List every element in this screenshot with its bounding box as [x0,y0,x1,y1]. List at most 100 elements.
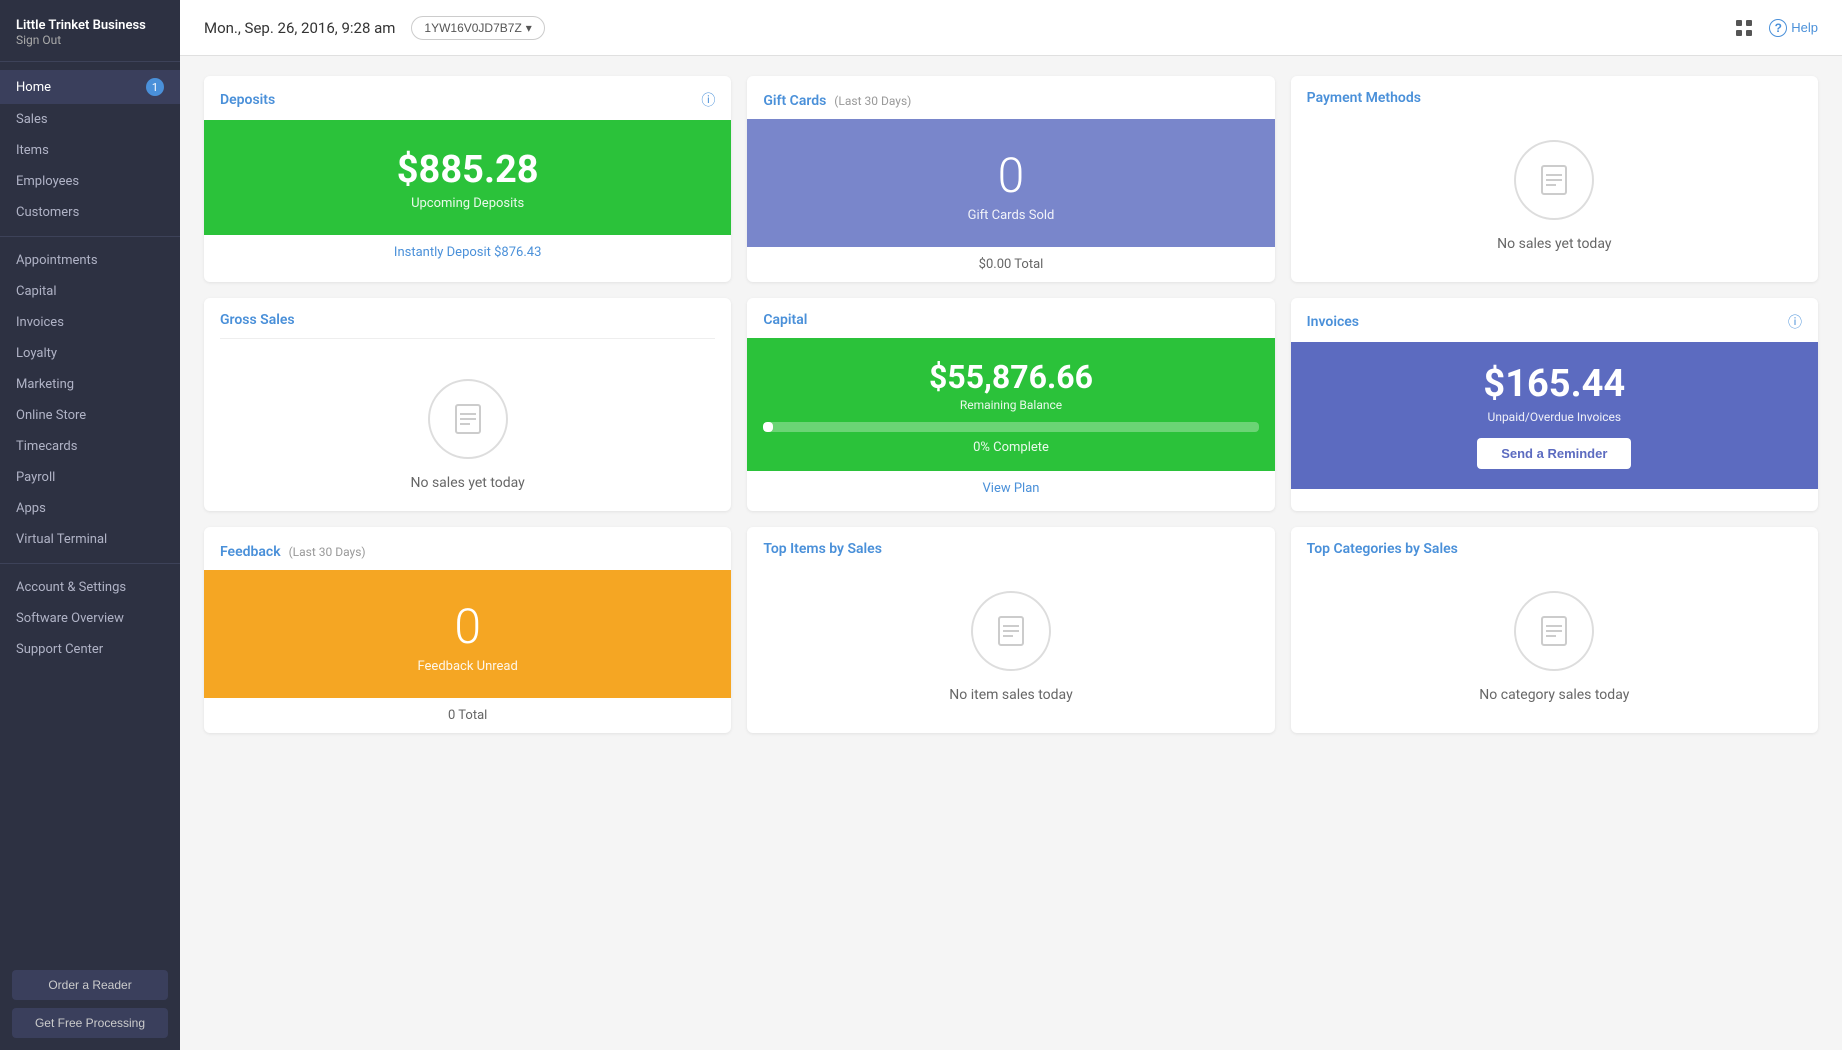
help-button[interactable]: ? Help [1769,19,1818,37]
sidebar-item-virtual-terminal[interactable]: Virtual Terminal [0,524,180,555]
sidebar-item-payroll[interactable]: Payroll [0,462,180,493]
feedback-subtitle: (Last 30 Days) [289,545,366,559]
gross-sales-card: Gross Sales No sales yet today [204,298,731,511]
top-categories-header: Top Categories by Sales [1291,527,1818,567]
chevron-down-icon: ▾ [526,21,532,35]
sign-out-link[interactable]: Sign Out [16,33,164,47]
receipt-icon-4 [1536,613,1572,649]
sidebar-item-marketing[interactable]: Marketing [0,369,180,400]
gift-cards-footer: $0.00 Total [747,247,1274,282]
invoices-label: Unpaid/Overdue Invoices [1307,410,1802,424]
capital-progress-fill [763,422,773,432]
grid-icon-button[interactable] [1735,19,1753,37]
sidebar-divider-top [0,61,180,62]
sidebar-item-online-store[interactable]: Online Store [0,400,180,431]
gift-cards-subtitle: (Last 30 Days) [834,94,911,108]
sidebar-item-software-overview[interactable]: Software Overview [0,603,180,634]
gross-sales-icon [428,379,508,459]
location-selector[interactable]: 1YW16V0JD7B7Z ▾ [411,16,544,40]
invoices-blue-box: $165.44 Unpaid/Overdue Invoices Send a R… [1291,342,1818,489]
top-items-title: Top Items by Sales [763,541,882,557]
brand-name: Little Trinket Business [16,18,164,33]
top-items-header: Top Items by Sales [747,527,1274,567]
location-id: 1YW16V0JD7B7Z [424,21,521,35]
invoices-info-icon[interactable]: ⓘ [1788,312,1802,332]
capital-progress-bar [763,422,1258,432]
feedback-label: Feedback Unread [220,659,715,674]
sidebar-item-loyalty[interactable]: Loyalty [0,338,180,369]
top-items-body: No item sales today [747,567,1274,723]
sidebar-item-support-center[interactable]: Support Center [0,634,180,665]
order-reader-button[interactable]: Order a Reader [12,970,168,1000]
deposits-green-box: $885.28 Upcoming Deposits [204,120,731,235]
deposits-label: Upcoming Deposits [220,196,715,211]
sidebar-item-customers[interactable]: Customers [0,197,180,228]
get-free-processing-button[interactable]: Get Free Processing [12,1008,168,1038]
dashboard-content: Deposits ⓘ $885.28 Upcoming Deposits Ins… [180,56,1842,1050]
sidebar-item-capital[interactable]: Capital [0,276,180,307]
top-items-card: Top Items by Sales No item sales today [747,527,1274,733]
payment-methods-header: Payment Methods [1291,76,1818,116]
gift-cards-label: Gift Cards Sold [763,208,1258,223]
help-label: Help [1791,20,1818,35]
gift-cards-title-wrap: Gift Cards (Last 30 Days) [763,90,911,109]
dashboard-grid: Deposits ⓘ $885.28 Upcoming Deposits Ins… [204,76,1818,733]
sidebar: Little Trinket Business Sign Out Home 1 … [0,0,180,1050]
receipt-icon-3 [993,613,1029,649]
invoices-amount: $165.44 [1307,362,1802,406]
invoices-header: Invoices ⓘ [1291,298,1818,342]
feedback-footer: 0 Total [204,698,731,733]
payment-methods-card: Payment Methods No sales yet today [1291,76,1818,282]
sidebar-item-home[interactable]: Home 1 [0,70,180,104]
feedback-header: Feedback (Last 30 Days) [204,527,731,570]
gross-sales-title: Gross Sales [220,312,295,328]
sidebar-item-appointments[interactable]: Appointments [0,245,180,276]
gross-sales-body: No sales yet today [204,355,731,511]
payment-methods-icon [1514,140,1594,220]
feedback-yellow-box: 0 Feedback Unread [204,570,731,698]
capital-percent: 0% Complete [763,440,1258,455]
invoices-card: Invoices ⓘ $165.44 Unpaid/Overdue Invoic… [1291,298,1818,511]
capital-card: Capital $55,876.66 Remaining Balance 0% … [747,298,1274,511]
gross-sales-no-sales: No sales yet today [411,475,525,491]
gift-cards-card: Gift Cards (Last 30 Days) 0 Gift Cards S… [747,76,1274,282]
sidebar-item-account-settings[interactable]: Account & Settings [0,572,180,603]
top-categories-card: Top Categories by Sales No category sale… [1291,527,1818,733]
capital-view-plan-link[interactable]: View Plan [747,471,1274,506]
feedback-number: 0 [220,598,715,655]
receipt-icon [1536,162,1572,198]
sidebar-item-items[interactable]: Items [0,135,180,166]
topbar-left: Mon., Sep. 26, 2016, 9:28 am 1YW16V0JD7B… [204,16,545,40]
deposits-card: Deposits ⓘ $885.28 Upcoming Deposits Ins… [204,76,731,282]
send-reminder-button[interactable]: Send a Reminder [1477,438,1631,469]
deposits-info-icon[interactable]: ⓘ [701,90,715,110]
capital-title: Capital [763,312,807,328]
sidebar-item-sales[interactable]: Sales [0,104,180,135]
gift-cards-number: 0 [763,147,1258,204]
sidebar-item-timecards[interactable]: Timecards [0,431,180,462]
capital-label: Remaining Balance [763,398,1258,412]
sidebar-brand: Little Trinket Business Sign Out [0,0,180,53]
topbar-right: ? Help [1735,19,1818,37]
top-items-no-sales: No item sales today [949,687,1072,703]
capital-header: Capital [747,298,1274,338]
gross-sales-divider [220,338,715,339]
invoices-title: Invoices [1307,314,1359,330]
sidebar-item-apps[interactable]: Apps [0,493,180,524]
gift-cards-title: Gift Cards [763,93,826,109]
grid-icon [1735,19,1753,37]
capital-green-box: $55,876.66 Remaining Balance 0% Complete [747,338,1274,471]
sidebar-item-employees[interactable]: Employees [0,166,180,197]
top-categories-icon [1514,591,1594,671]
deposits-title: Deposits [220,92,275,108]
receipt-icon-2 [450,401,486,437]
capital-amount: $55,876.66 [763,358,1258,396]
home-badge: 1 [146,78,164,96]
top-items-icon [971,591,1051,671]
datetime-display: Mon., Sep. 26, 2016, 9:28 am [204,19,395,37]
deposits-instant-link[interactable]: Instantly Deposit $876.43 [204,235,731,270]
payment-methods-body: No sales yet today [1291,116,1818,272]
payment-methods-no-sales: No sales yet today [1497,236,1611,252]
sidebar-item-invoices[interactable]: Invoices [0,307,180,338]
help-circle-icon: ? [1769,19,1787,37]
